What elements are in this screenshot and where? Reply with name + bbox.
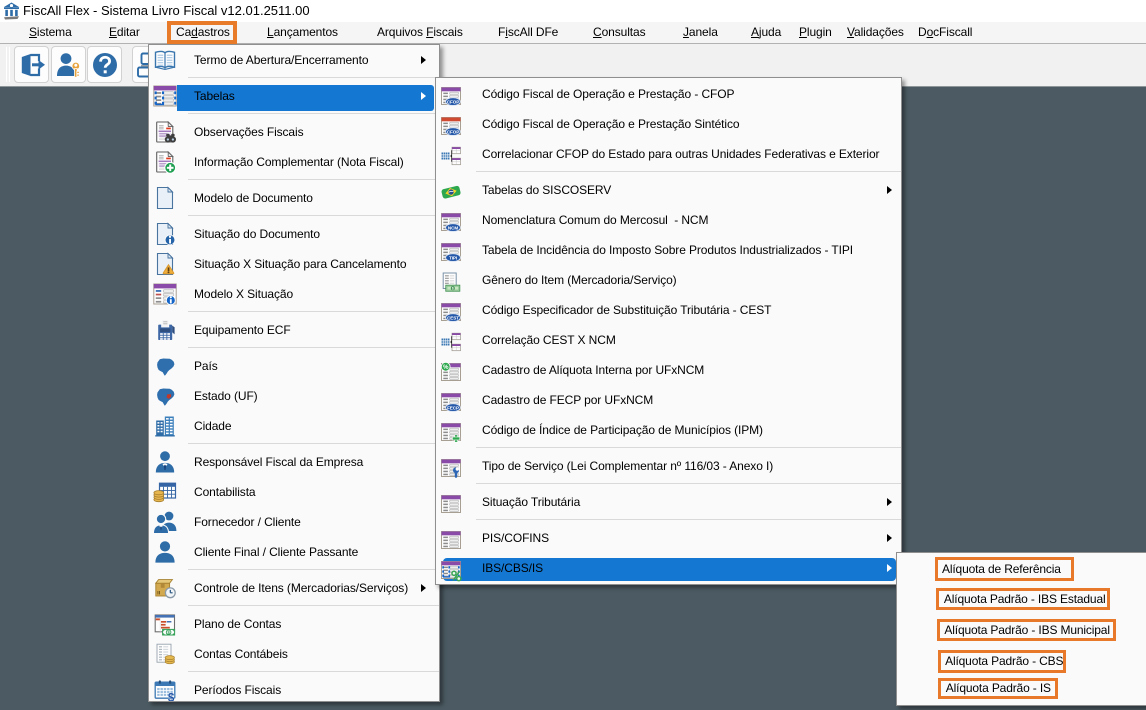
svg-text:FECP: FECP <box>447 405 459 410</box>
svg-text:TIPI: TIPI <box>449 255 457 260</box>
svg-text:$: $ <box>168 692 175 702</box>
svg-text:CFOP: CFOP <box>447 99 459 104</box>
svg-text:CFOP: CFOP <box>447 129 459 134</box>
svg-text:%: % <box>443 364 449 370</box>
svg-text:NCM: NCM <box>448 225 458 230</box>
svg-text:CEST: CEST <box>447 315 459 320</box>
